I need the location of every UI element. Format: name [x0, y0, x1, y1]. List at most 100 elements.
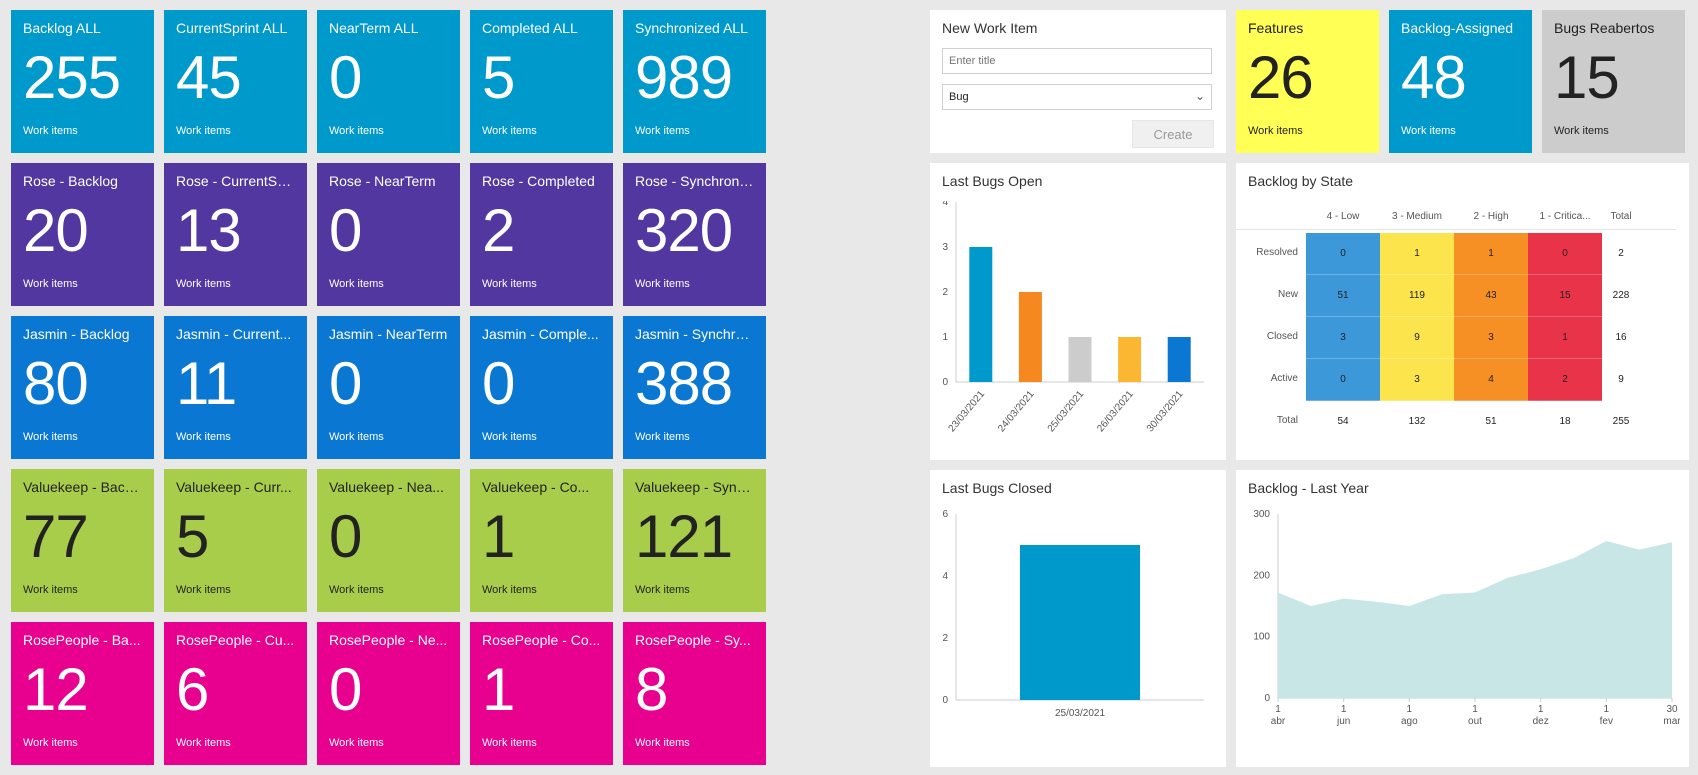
- matrix-cell[interactable]: 43: [1454, 275, 1528, 317]
- bar: [969, 247, 993, 382]
- matrix-cell[interactable]: 132: [1380, 401, 1454, 443]
- matrix-row-label: Active: [1270, 373, 1298, 384]
- tile-subtitle: Work items: [482, 278, 537, 290]
- x-tick-label: out: [1468, 716, 1482, 727]
- query-tile[interactable]: Jasmin - Current... 11 Work items: [164, 316, 307, 459]
- query-tile[interactable]: RosePeople - Cu... 6 Work items: [164, 622, 307, 765]
- matrix-cell[interactable]: 1: [1380, 233, 1454, 275]
- tile-title: Rose - Synchroni...: [635, 173, 754, 189]
- query-tile[interactable]: Backlog-Assigned 48 Work items: [1389, 10, 1532, 153]
- y-tick-label: 6: [942, 509, 948, 520]
- query-tile[interactable]: Valuekeep - Nea... 0 Work items: [317, 469, 460, 612]
- x-tick-label: jun: [1336, 716, 1350, 727]
- matrix-cell[interactable]: 9: [1584, 359, 1658, 401]
- backlog-by-state-panel[interactable]: Backlog by State 4 - Low 3 - Medium 2 - Hi…: [1236, 163, 1689, 460]
- tile-subtitle: Work items: [482, 125, 537, 137]
- tile-subtitle: Work items: [329, 737, 384, 749]
- tile-subtitle: Work items: [482, 584, 537, 596]
- work-item-title-input[interactable]: [942, 48, 1212, 74]
- chart-title: Backlog - Last Year: [1248, 480, 1369, 496]
- query-tile[interactable]: RosePeople - Ne... 0 Work items: [317, 622, 460, 765]
- x-tick-label: ago: [1401, 716, 1418, 727]
- tile-count: 255: [23, 44, 121, 111]
- query-tile[interactable]: RosePeople - Sy... 8 Work items: [623, 622, 766, 765]
- y-tick-label: 2: [942, 287, 948, 298]
- matrix-cell[interactable]: 9: [1380, 317, 1454, 359]
- matrix-cell[interactable]: 51: [1454, 401, 1528, 443]
- tile-count: 20: [23, 197, 89, 264]
- query-tile[interactable]: Synchronized ALL 989 Work items: [623, 10, 766, 153]
- tile-subtitle: Work items: [482, 431, 537, 443]
- matrix-cell[interactable]: 4: [1454, 359, 1528, 401]
- last-bugs-open-panel[interactable]: Last Bugs Open 0 1 2 3 4 23/03/2021 24/03/2021…: [930, 163, 1226, 460]
- matrix-cell[interactable]: 3: [1306, 317, 1380, 359]
- tile-subtitle: Work items: [329, 278, 384, 290]
- query-tile[interactable]: NearTerm ALL 0 Work items: [317, 10, 460, 153]
- tile-title: Jasmin - Comple...: [482, 326, 599, 342]
- tile-count: 80: [23, 350, 89, 417]
- query-tile[interactable]: Jasmin - Comple... 0 Work items: [470, 316, 613, 459]
- query-tile[interactable]: Backlog ALL 255 Work items: [11, 10, 154, 153]
- tile-title: CurrentSprint ALL: [176, 20, 288, 36]
- matrix-cell[interactable]: 0: [1306, 233, 1380, 275]
- matrix-row-label: New: [1277, 289, 1298, 300]
- tile-title: Valuekeep - Back...: [23, 479, 142, 495]
- query-tile[interactable]: RosePeople - Co... 1 Work items: [470, 622, 613, 765]
- tile-title: Valuekeep - Curr...: [176, 479, 292, 495]
- x-tick-label: 25/03/2021: [1046, 389, 1087, 435]
- tile-subtitle: Work items: [23, 125, 78, 137]
- query-tile[interactable]: Features 26 Work items: [1236, 10, 1379, 153]
- matrix-cell[interactable]: 0: [1306, 359, 1380, 401]
- query-tile[interactable]: Rose - CurrentSp... 13 Work items: [164, 163, 307, 306]
- query-tile[interactable]: Valuekeep - Co... 1 Work items: [470, 469, 613, 612]
- query-tile[interactable]: Bugs Reabertos 15 Work items: [1542, 10, 1685, 153]
- matrix-cell[interactable]: 228: [1584, 275, 1658, 317]
- query-tile[interactable]: Rose - Completed 2 Work items: [470, 163, 613, 306]
- chart-title: Last Bugs Closed: [942, 480, 1052, 496]
- query-tile[interactable]: Valuekeep - Back... 77 Work items: [11, 469, 154, 612]
- tile-subtitle: Work items: [635, 737, 690, 749]
- x-tick-label: 30: [1666, 704, 1678, 715]
- query-tile[interactable]: Completed ALL 5 Work items: [470, 10, 613, 153]
- chevron-down-icon: ⌄: [1194, 89, 1205, 103]
- backlog-last-year-panel[interactable]: Backlog - Last Year 0 100 200 300 1 abr 1 jun 1 a…: [1236, 470, 1689, 767]
- tile-subtitle: Work items: [1248, 125, 1303, 137]
- tile-subtitle: Work items: [635, 431, 690, 443]
- query-tile[interactable]: Rose - Synchroni... 320 Work items: [623, 163, 766, 306]
- query-tile[interactable]: Valuekeep - Sync... 121 Work items: [623, 469, 766, 612]
- tile-title: RosePeople - Ne...: [329, 632, 448, 648]
- tile-count: 5: [482, 44, 515, 111]
- query-tile[interactable]: Jasmin - Synchro... 388 Work items: [623, 316, 766, 459]
- query-tile[interactable]: CurrentSprint ALL 45 Work items: [164, 10, 307, 153]
- matrix-cell[interactable]: 3: [1454, 317, 1528, 359]
- matrix-cell[interactable]: 1: [1454, 233, 1528, 275]
- tile-subtitle: Work items: [329, 431, 384, 443]
- last-bugs-closed-panel[interactable]: Last Bugs Closed 0 2 4 6 25/03/2021: [930, 470, 1226, 767]
- work-item-type-select[interactable]: Bug ⌄: [942, 84, 1212, 110]
- matrix-cell[interactable]: 51: [1306, 275, 1380, 317]
- tile-title: Jasmin - NearTerm: [329, 326, 448, 342]
- matrix-cell[interactable]: 119: [1380, 275, 1454, 317]
- query-tile[interactable]: Jasmin - Backlog 80 Work items: [11, 316, 154, 459]
- query-tile[interactable]: Rose - NearTerm 0 Work items: [317, 163, 460, 306]
- x-tick-label: mar: [1663, 716, 1680, 727]
- y-tick-label: 2: [942, 633, 948, 644]
- backlog-state-matrix: 4 - Low 3 - Medium 2 - High 1 - Critica... T…: [1236, 163, 1689, 460]
- matrix-cell[interactable]: 54: [1306, 401, 1380, 443]
- tile-count: 5: [176, 503, 209, 570]
- query-tile[interactable]: RosePeople - Ba... 12 Work items: [11, 622, 154, 765]
- tile-subtitle: Work items: [176, 584, 231, 596]
- query-tile[interactable]: Valuekeep - Curr... 5 Work items: [164, 469, 307, 612]
- matrix-cell[interactable]: 255: [1584, 401, 1658, 443]
- tile-title: RosePeople - Sy...: [635, 632, 751, 648]
- x-tick-label: 1: [1275, 704, 1281, 715]
- create-button[interactable]: Create: [1132, 120, 1214, 148]
- matrix-cell[interactable]: 16: [1584, 317, 1658, 359]
- x-tick-label: 1: [1538, 704, 1544, 715]
- query-tile[interactable]: Jasmin - NearTerm 0 Work items: [317, 316, 460, 459]
- matrix-cell[interactable]: 3: [1380, 359, 1454, 401]
- matrix-cell[interactable]: 2: [1584, 233, 1658, 275]
- y-tick-label: 200: [1253, 570, 1270, 581]
- tile-title: Backlog ALL: [23, 20, 101, 36]
- query-tile[interactable]: Rose - Backlog 20 Work items: [11, 163, 154, 306]
